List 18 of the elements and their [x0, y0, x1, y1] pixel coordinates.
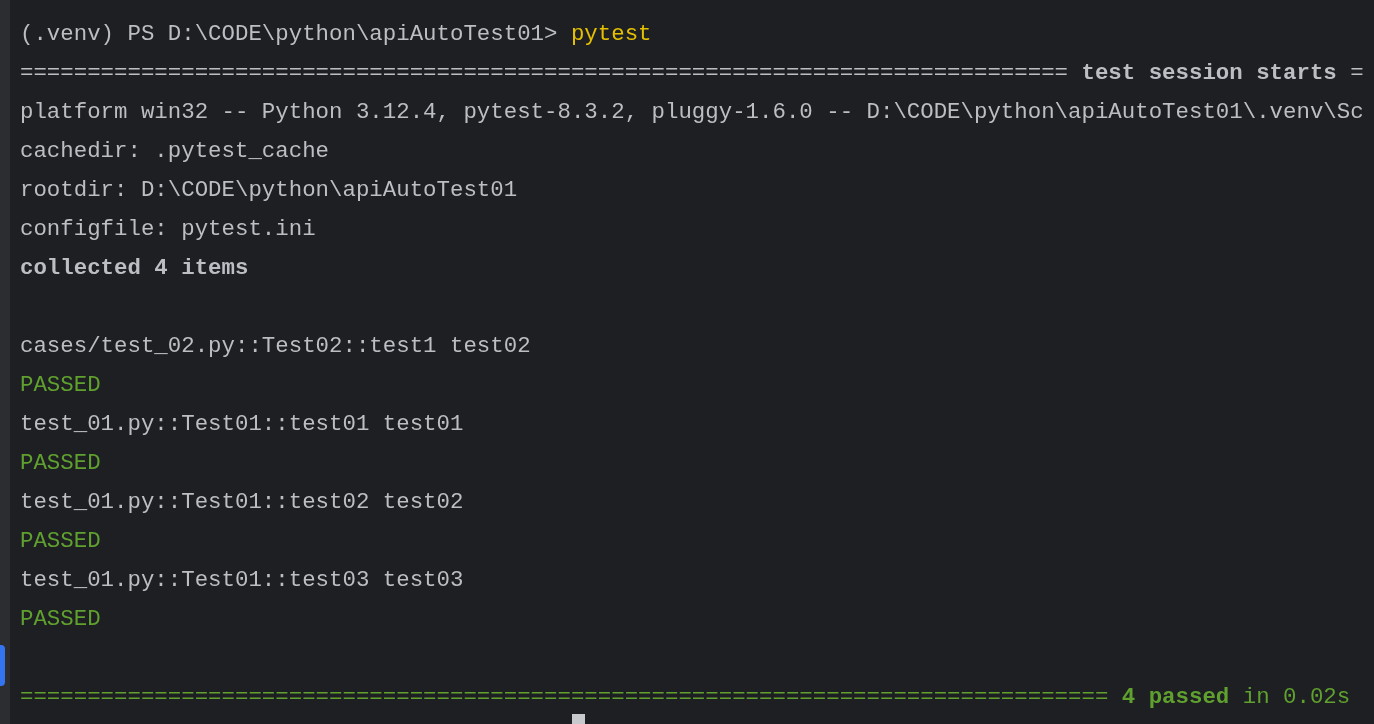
terminal-line: cases/test_02.py::Test02::test1 test02 [20, 333, 531, 359]
terminal-line: rootdir: D:\CODE\python\apiAutoTest01 [20, 177, 518, 203]
terminal-line: test_01.py::Test01::test01 test01 [20, 411, 464, 437]
terminal-line: ============================================================================== test session starts = [20, 60, 1364, 86]
gutter-marker [0, 645, 5, 686]
terminal-line: configfile: pytest.ini [20, 216, 316, 242]
text-cursor [572, 714, 585, 724]
terminal-line: PASSED [20, 606, 101, 632]
terminal-line: PASSED [20, 528, 101, 554]
terminal-line: PASSED [20, 372, 101, 398]
terminal-line: cachedir: .pytest_cache [20, 138, 330, 164]
terminal-line: (.venv) PS D:\CODE\python\apiAutoTest01> pytest [20, 21, 652, 47]
terminal-line: test_01.py::Test01::test03 test03 [20, 567, 464, 593]
terminal-line: ================================================================================= 4 passed in 0.02s [20, 684, 1351, 710]
terminal-line: collected 4 items [20, 255, 249, 281]
terminal-line: PASSED [20, 450, 101, 476]
terminal-line: test_01.py::Test01::test02 test02 [20, 489, 464, 515]
terminal-line: platform win32 -- Python 3.12.4, pytest-8.3.2, pluggy-1.6.0 -- D:\CODE\python\apiAutoTest01\.venv\Sc [20, 99, 1364, 125]
